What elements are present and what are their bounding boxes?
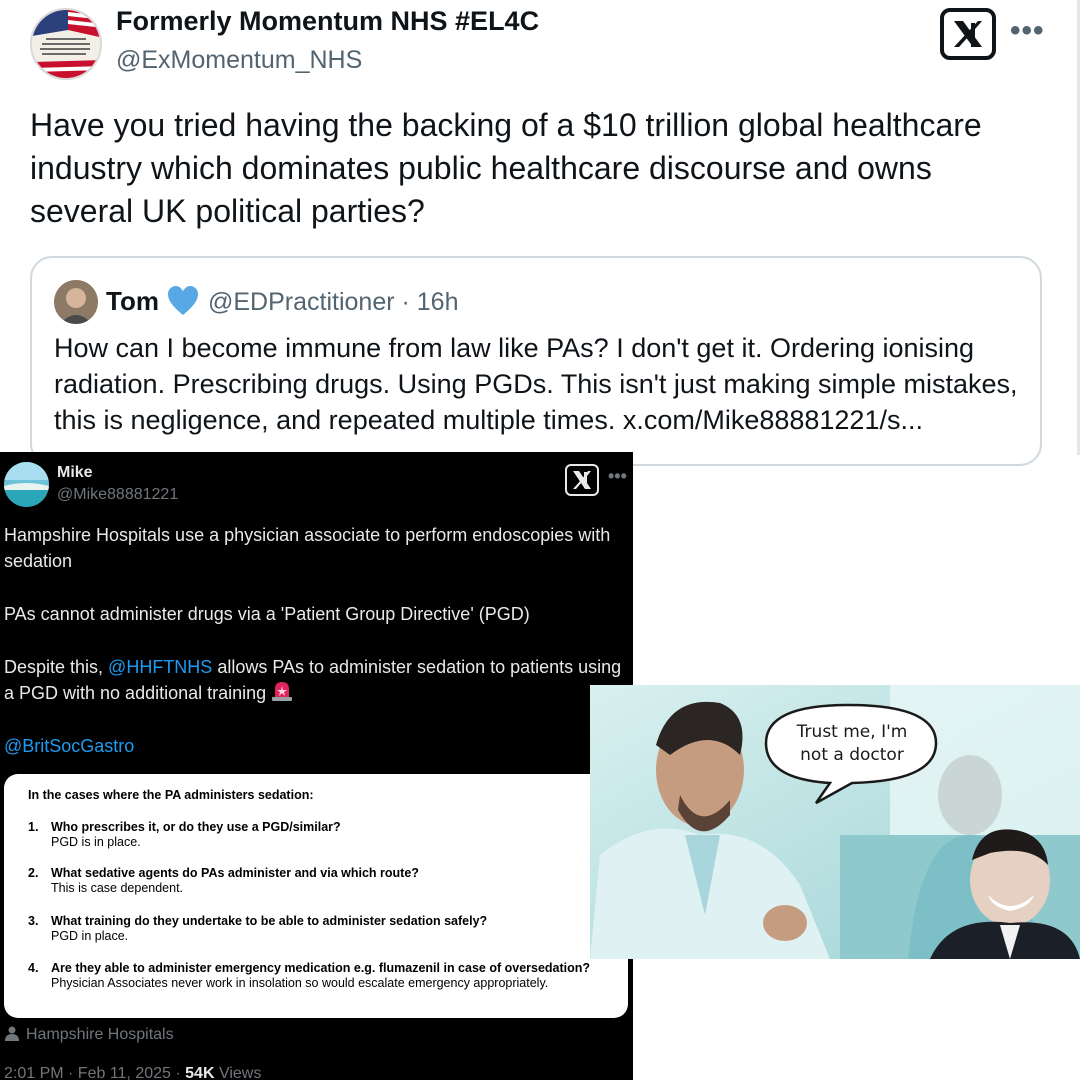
- more-dots-icon[interactable]: •••: [1010, 14, 1045, 48]
- more-dots-icon[interactable]: •••: [608, 466, 627, 487]
- speech-bubble-text: Trust me, I'm not a doctor: [782, 721, 922, 767]
- location-tag[interactable]: Hampshire Hospitals: [4, 1025, 174, 1044]
- tweet-paragraph-1: Hampshire Hospitals use a physician asso…: [4, 525, 611, 571]
- quoted-display-name[interactable]: Tom: [106, 286, 159, 317]
- handle[interactable]: @ExMomentum_NHS: [116, 46, 362, 75]
- avatar[interactable]: [54, 280, 98, 324]
- police-light-icon: [272, 682, 293, 701]
- speech-line-1: Trust me, I'm: [796, 722, 908, 742]
- doc-question: 2. What sedative agents do PAs administe…: [28, 866, 598, 896]
- embedded-dark-tweet: Mike @Mike88881221 ••• Hampshire Hospita…: [0, 452, 633, 1080]
- question-text: Are they able to administer emergency me…: [51, 961, 591, 975]
- quoted-tweet-text: How can I become immune from law like PA…: [54, 333, 1018, 435]
- views-label: Views: [214, 1065, 262, 1080]
- doc-question: 1. Who prescribes it, or do they use a P…: [28, 820, 598, 850]
- mention-link-britsocgastro[interactable]: @BritSocGastro: [4, 733, 629, 759]
- meme-image: Trust me, I'm not a doctor: [590, 685, 1080, 959]
- quoted-tweet[interactable]: Tom @EDPractitioner · 16h How can I beco…: [30, 256, 1042, 466]
- question-text: Who prescribes it, or do they use a PGD/…: [51, 820, 341, 834]
- tweet-paragraph-2: PAs cannot administer drugs via a 'Patie…: [4, 604, 530, 624]
- avatar-flags-image: [32, 10, 100, 78]
- tweet-paragraph-3: Despite this, @HHFTNHS allows PAs to adm…: [4, 654, 629, 706]
- doc-question: 4. Are they able to administer emergency…: [28, 961, 598, 991]
- question-number: 3.: [28, 914, 39, 928]
- timestamp[interactable]: 2:01 PM · Feb 11, 2025 ·: [4, 1065, 185, 1080]
- tweet-timestamp-views: 2:01 PM · Feb 11, 2025 · 54K Views: [4, 1065, 261, 1080]
- paragraph-text: Despite this,: [4, 657, 109, 677]
- quoted-handle-time: @EDPractitioner · 16h: [208, 288, 459, 316]
- display-name[interactable]: Mike: [57, 464, 93, 482]
- quote-tweet-card: Formerly Momentum NHS #EL4C @ExMomentum_…: [0, 0, 1080, 466]
- question-text: What training do they undertake to be ab…: [51, 914, 488, 928]
- answer-text: PGD is in place.: [51, 835, 141, 849]
- x-logo-icon[interactable]: [565, 464, 599, 496]
- doc-question: 3. What training do they undertake to be…: [28, 914, 598, 944]
- tweet-text: Have you tried having the backing of a $…: [30, 107, 982, 229]
- avatar[interactable]: [30, 8, 102, 80]
- location-name: Hampshire Hospitals: [26, 1026, 174, 1043]
- display-name[interactable]: Formerly Momentum NHS #EL4C: [116, 6, 539, 37]
- question-number: 4.: [28, 961, 39, 975]
- person-icon: [5, 1026, 19, 1041]
- question-number: 1.: [28, 820, 39, 834]
- mention-link-hhftnhs[interactable]: @HHFTNHS: [108, 657, 212, 677]
- speech-line-2: not a doctor: [800, 745, 904, 765]
- question-text: What sedative agents do PAs administer a…: [51, 866, 419, 880]
- handle[interactable]: @Mike88881221: [57, 486, 178, 504]
- answer-text: PGD in place.: [51, 929, 129, 943]
- avatar[interactable]: [4, 462, 49, 507]
- attached-document-image[interactable]: In the cases where the PA administers se…: [4, 774, 628, 1018]
- x-logo-icon[interactable]: [940, 8, 996, 60]
- answer-text: This is case dependent.: [51, 881, 184, 895]
- question-number: 2.: [28, 866, 39, 880]
- views-count: 54K: [185, 1065, 215, 1080]
- answer-text: Physician Associates never work in insol…: [51, 976, 549, 990]
- heart-badge-icon: [168, 286, 198, 315]
- doc-intro: In the cases where the PA administers se…: [28, 788, 314, 802]
